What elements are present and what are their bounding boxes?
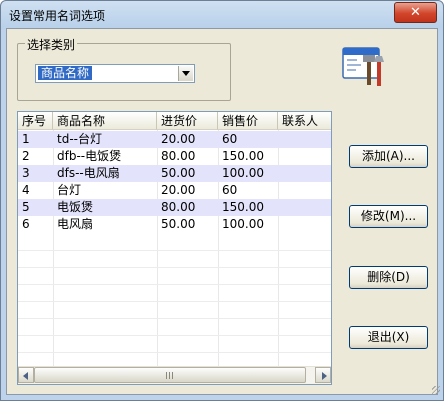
column-header-price[interactable]: 销售价: [218, 112, 278, 130]
table-row[interactable]: 5 电饭煲 80.00 150.00: [18, 199, 331, 216]
cell-cost: 50.00: [161, 217, 196, 231]
table-row[interactable]: 1 td--台灯 20.00 60: [18, 131, 331, 148]
cell-name: td--台灯: [57, 132, 102, 146]
grid-divider: [18, 318, 331, 319]
exit-button[interactable]: 退出(X): [349, 326, 428, 349]
column-header-cost[interactable]: 进货价: [157, 112, 218, 130]
grid-divider: [18, 267, 331, 268]
cell-price: 60: [222, 132, 238, 146]
delete-button[interactable]: 删除(D): [349, 266, 428, 289]
cell-index: 3: [22, 166, 30, 180]
cell-index: 6: [22, 217, 30, 231]
cell-index: 1: [22, 132, 30, 146]
table-row[interactable]: 4 台灯 20.00 60: [18, 182, 331, 199]
scroll-left-icon[interactable]: [18, 367, 34, 383]
dialog-window: 设置常用名词选项 ✕ 选择类别 商品名称 序号 商品名称 进货价 销售价 联系人…: [0, 0, 444, 401]
cell-cost: 50.00: [161, 166, 196, 180]
items-table[interactable]: 序号 商品名称 进货价 销售价 联系人 1 td--台灯 20.00 60 2 …: [17, 111, 332, 385]
dialog-body: 选择类别 商品名称 序号 商品名称 进货价 销售价 联系人 1 td--台灯 2…: [6, 28, 438, 395]
cell-contact: [278, 148, 331, 165]
grid-divider: [18, 250, 331, 251]
scroll-right-icon[interactable]: [315, 367, 331, 383]
cell-contact: [278, 199, 331, 216]
cell-name: 电饭煲: [57, 200, 94, 214]
horizontal-scrollbar[interactable]: [18, 366, 331, 384]
cell-price: 100.00: [222, 217, 264, 231]
tools-window-icon: [342, 47, 384, 86]
cell-price: 150.00: [222, 149, 264, 163]
grid-divider: [18, 284, 331, 285]
cell-price: 100.00: [222, 166, 264, 180]
cell-name: 电风扇: [57, 217, 94, 231]
cell-contact: [278, 165, 331, 182]
resize-grip-icon[interactable]: [432, 386, 440, 394]
cell-name: dfs--电风扇: [57, 166, 120, 180]
column-header-index[interactable]: 序号: [18, 112, 53, 130]
modify-button[interactable]: 修改(M)...: [349, 205, 428, 228]
grid-divider: [18, 301, 331, 302]
category-select[interactable]: 商品名称: [35, 64, 195, 83]
category-legend: 选择类别: [25, 36, 78, 53]
close-button[interactable]: ✕: [394, 2, 437, 23]
add-button[interactable]: 添加(A)...: [349, 145, 428, 168]
cell-cost: 80.00: [161, 149, 196, 163]
cell-price: 150.00: [222, 200, 264, 214]
cell-index: 2: [22, 149, 30, 163]
cell-cost: 20.00: [161, 183, 196, 197]
table-header: 序号 商品名称 进货价 销售价 联系人: [18, 112, 331, 131]
cell-index: 4: [22, 183, 30, 197]
cell-contact: [278, 131, 331, 148]
cell-name: dfb--电饭煲: [57, 149, 122, 163]
cell-cost: 20.00: [161, 132, 196, 146]
cell-contact: [278, 216, 331, 233]
grid-divider: [18, 352, 331, 353]
table-row[interactable]: 2 dfb--电饭煲 80.00 150.00: [18, 148, 331, 165]
chevron-down-icon[interactable]: [178, 66, 193, 81]
cell-cost: 80.00: [161, 200, 196, 214]
table-row[interactable]: 3 dfs--电风扇 50.00 100.00: [18, 165, 331, 182]
cell-name: 台灯: [57, 183, 82, 197]
column-header-contact[interactable]: 联系人: [278, 112, 331, 130]
cell-contact: [278, 182, 331, 199]
scrollbar-thumb[interactable]: [34, 367, 306, 383]
column-header-name[interactable]: 商品名称: [53, 112, 157, 130]
table-row[interactable]: 6 电风扇 50.00 100.00: [18, 216, 331, 233]
title-bar[interactable]: 设置常用名词选项 ✕: [1, 1, 443, 27]
window-title: 设置常用名词选项: [9, 9, 106, 23]
grid-divider: [18, 335, 331, 336]
cell-price: 60: [222, 183, 238, 197]
cell-index: 5: [22, 200, 30, 214]
category-select-value: 商品名称: [38, 66, 93, 80]
